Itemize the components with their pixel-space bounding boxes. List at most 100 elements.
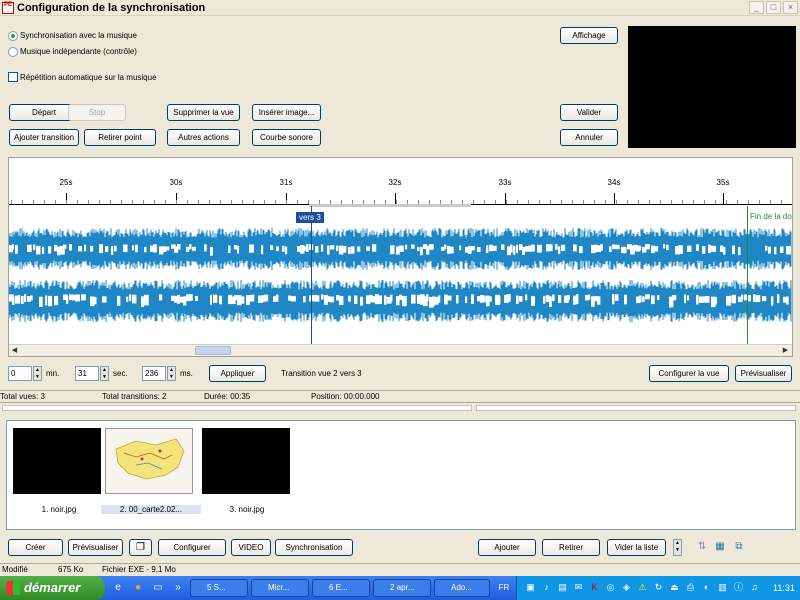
scroll-thumb[interactable] <box>195 346 231 355</box>
timeline-scrollbar[interactable]: ◀ ▶ <box>9 344 792 356</box>
waveform-gap <box>546 295 550 303</box>
close-button[interactable]: × <box>783 1 798 14</box>
task-item[interactable]: 5 S... <box>190 579 248 597</box>
configure-button[interactable]: Configurer <box>158 539 226 556</box>
cancel-button[interactable]: Annuler <box>560 129 618 146</box>
remove-button[interactable]: Retirer <box>542 539 600 556</box>
minimize-button[interactable]: _ <box>749 1 764 14</box>
seconds-input[interactable]: 31 <box>75 366 99 381</box>
tray-speaker-icon[interactable]: ◐ <box>701 582 712 593</box>
waveform-gap <box>234 295 238 300</box>
waveform-gap <box>558 294 562 303</box>
app-icon[interactable]: PE <box>2 2 14 14</box>
tray-sync-icon[interactable]: ↻ <box>653 582 664 593</box>
waveform-gap <box>765 245 768 251</box>
thumbnail-item-selected[interactable]: 2. 00_carte2.02... <box>101 428 201 514</box>
waveform-gap <box>111 246 114 255</box>
thumbnails-panel[interactable]: 1. noir.jpg 2. 00_carte2.02... 3. noir.j… <box>6 420 796 530</box>
stop-button[interactable]: Stop <box>68 104 126 121</box>
configure-view-button[interactable]: Configurer la vue <box>649 365 729 382</box>
language-indicator[interactable]: FR <box>494 580 514 596</box>
seconds-spinner[interactable]: ▲ ▼ <box>100 366 109 381</box>
waveform-gap <box>762 296 767 302</box>
end-marker-line[interactable] <box>747 206 748 344</box>
clear-list-button[interactable]: Vider la liste <box>607 539 666 556</box>
scroll-right-icon[interactable]: ▶ <box>780 345 791 356</box>
tray-mail-icon[interactable]: ✉ <box>573 582 584 593</box>
preview-button[interactable]: Prévisualiser <box>68 539 123 556</box>
other-actions-button[interactable]: Autres actions <box>167 129 240 146</box>
create-button[interactable]: Créer <box>8 539 63 556</box>
sound-curve-button[interactable]: Courbe sonore <box>252 129 321 146</box>
tray-usb-icon[interactable]: ⏏ <box>669 582 680 593</box>
tray-shield-icon[interactable]: ◈ <box>621 582 632 593</box>
tray-globe-icon[interactable]: ◎ <box>605 582 616 593</box>
waveform-gap <box>600 244 603 251</box>
windows-logo-icon <box>6 581 20 595</box>
task-item[interactable]: Micr... <box>251 579 309 597</box>
waveform-gap <box>321 244 324 252</box>
tray-app-icon[interactable]: ▣ <box>525 582 536 593</box>
copy-icon[interactable]: ❐ <box>129 539 152 556</box>
waveform-gap <box>624 246 627 254</box>
waveform-gap <box>42 246 45 254</box>
tray-monitor-icon[interactable]: ▥ <box>717 582 728 593</box>
tray-info-icon[interactable]: ⓘ <box>733 582 744 593</box>
minutes-spinner[interactable]: ▲ ▼ <box>33 366 42 381</box>
thumbnail-item[interactable]: 3. noir.jpg <box>197 428 297 514</box>
millis-spinner[interactable]: ▲ ▼ <box>167 366 176 381</box>
validate-button[interactable]: Valider <box>560 104 618 121</box>
reorder-spinner[interactable]: ▲ ▼ <box>673 539 682 556</box>
radio-independent-music-label: Musique indépendante (contrôle) <box>20 47 137 56</box>
more-quicklaunch-icon[interactable]: » <box>172 582 184 594</box>
video-button[interactable]: VIDEO <box>231 539 271 556</box>
display-button[interactable]: Affichage <box>560 27 618 44</box>
waveform-gap <box>732 245 736 255</box>
firefox-icon[interactable]: ● <box>132 582 144 594</box>
splitter-right[interactable] <box>476 405 796 411</box>
insert-image-button[interactable]: Insérer image... <box>252 104 321 121</box>
task-item[interactable]: 6 E... <box>312 579 370 597</box>
minutes-input[interactable]: 0 <box>8 366 32 381</box>
waveform-gap <box>270 245 274 251</box>
timeline-panel[interactable]: 25s 30s 31s 32s 33s 34s 35s vers 3 Fin de la d… <box>8 157 793 357</box>
task-item[interactable]: Ado... <box>434 579 490 597</box>
tray-k-icon[interactable]: K <box>589 582 600 593</box>
preview-view-button[interactable]: Prévisualiser <box>735 365 792 382</box>
export-icon[interactable]: ⧉ <box>733 541 745 553</box>
checkbox-auto-repeat[interactable] <box>8 72 18 82</box>
apply-button[interactable]: Appliquer <box>209 365 266 382</box>
desktop-icon[interactable]: ▭ <box>152 582 164 594</box>
maximize-button[interactable]: □ <box>766 1 781 14</box>
remove-point-button[interactable]: Retirer point <box>84 129 156 146</box>
task-item[interactable]: 2 apr... <box>373 579 431 597</box>
radio-sync-music[interactable] <box>8 31 18 41</box>
preview-screen <box>628 26 796 148</box>
waveform-gap <box>234 245 238 250</box>
waveform-gap <box>720 245 724 253</box>
radio-independent-music[interactable] <box>8 47 18 57</box>
waveform-gap <box>144 246 147 253</box>
tray-warning-icon[interactable]: ⚠ <box>637 582 648 593</box>
thumbnail-item[interactable]: 1. noir.jpg <box>9 428 109 514</box>
tray-audio-icon[interactable]: ♫ <box>749 582 760 593</box>
waveform-gap <box>597 296 601 305</box>
cursor-line[interactable] <box>311 206 312 344</box>
tray-volume-icon[interactable]: ♪ <box>541 582 552 593</box>
waveform-gap <box>609 246 612 252</box>
splitter-left[interactable] <box>2 405 472 411</box>
ie-icon[interactable]: e <box>112 582 124 594</box>
cursor-label[interactable]: vers 3 <box>296 212 324 223</box>
delete-view-button[interactable]: Supprimer la vue <box>167 104 240 121</box>
add-button[interactable]: Ajouter <box>478 539 536 556</box>
tray-printer-icon[interactable]: ⎙ <box>685 582 696 593</box>
window-title: Configuration de la synchronisation <box>17 2 206 14</box>
scroll-left-icon[interactable]: ◀ <box>9 345 20 356</box>
add-transition-button[interactable]: Ajouter transition <box>9 129 79 146</box>
tray-network-icon[interactable]: ▤ <box>557 582 568 593</box>
synchronisation-button[interactable]: Synchronisation <box>275 539 353 556</box>
millis-input[interactable]: 236 <box>142 366 166 381</box>
waveform-gap <box>714 296 717 305</box>
grid-view-icon[interactable]: ▦ <box>714 541 726 553</box>
sort-icon[interactable]: ⇅ <box>696 541 708 553</box>
